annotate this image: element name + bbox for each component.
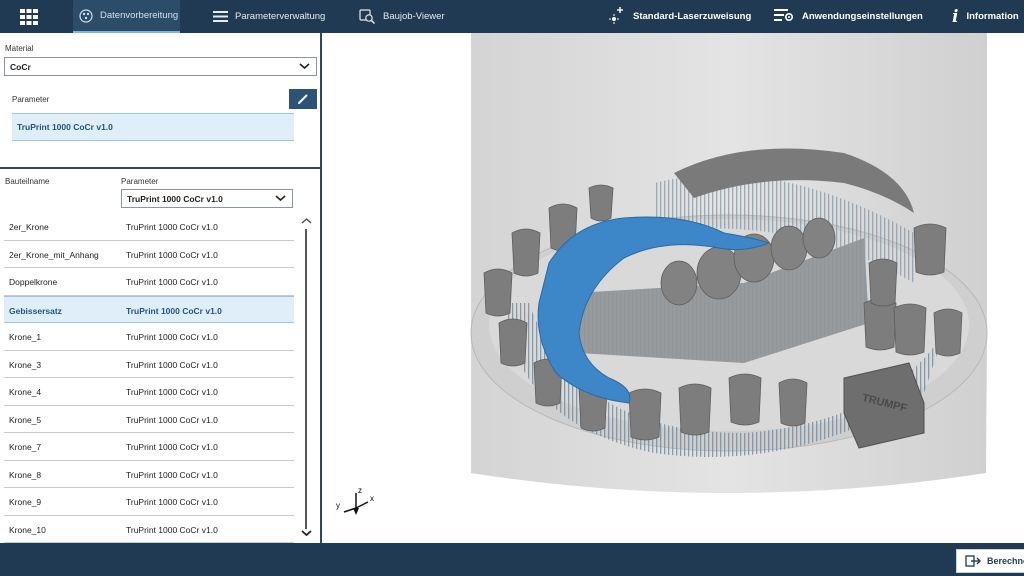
information-button[interactable]: i Information [952, 0, 1019, 33]
axis-y-label: y [336, 501, 340, 510]
viewport-3d[interactable]: TRUMPF x y z [324, 33, 1024, 543]
part-name-cell: Krone_3 [9, 359, 42, 370]
tab-datenvorbereitung[interactable]: Datenvorbereitung [73, 0, 180, 33]
part-name-cell: Krone_10 [9, 524, 46, 535]
part-parameter-cell: TruPrint 1000 CoCr v1.0 [126, 414, 218, 425]
scrollbar[interactable] [305, 229, 307, 529]
tab-parameterverwaltung[interactable]: Parameterverwaltung [213, 0, 325, 33]
part-parameter-cell: TruPrint 1000 CoCr v1.0 [126, 524, 218, 535]
material-value: CoCr [10, 61, 31, 72]
axis-x-label: x [370, 494, 374, 503]
part-name-cell: 2er_Krone_mit_Anhang [9, 249, 99, 260]
list-icon [213, 11, 228, 22]
scroll-down-icon[interactable] [301, 529, 312, 537]
part-name-cell: Gebissersatz [9, 305, 62, 316]
col-header-bauteilname: Bauteilname [5, 177, 50, 186]
tab-baujob-viewer[interactable]: Baujob-Viewer [359, 0, 445, 33]
tab-label: Parameterverwaltung [235, 11, 326, 22]
tab-label: Datenvorbereitung [100, 10, 179, 21]
table-row[interactable]: 2er_Krone TruPrint 1000 CoCr v1.0 [4, 213, 294, 241]
part-parameter-cell: TruPrint 1000 CoCr v1.0 [126, 469, 218, 480]
material-dropdown[interactable]: CoCr [4, 57, 317, 76]
part-name-cell: Doppelkrone [9, 277, 58, 287]
part-parameter-cell: TruPrint 1000 CoCr v1.0 [126, 277, 218, 287]
part-parameter-cell: TruPrint 1000 CoCr v1.0 [126, 222, 218, 232]
part-name-cell: Krone_8 [9, 469, 42, 480]
axis-z-label: z [358, 486, 362, 495]
grid-icon [20, 8, 38, 25]
part-parameter-cell: TruPrint 1000 CoCr v1.0 [126, 249, 218, 260]
part-name-cell: 2er_Krone [9, 222, 49, 232]
table-row[interactable]: Doppelkrone TruPrint 1000 CoCr v1.0 [4, 268, 294, 296]
table-row[interactable]: Krone_5 TruPrint 1000 CoCr v1.0 [4, 406, 294, 433]
part-name-cell: Krone_1 [9, 332, 42, 342]
material-label: Material [5, 44, 34, 53]
table-row[interactable]: Gebissersatz TruPrint 1000 CoCr v1.0 [4, 295, 294, 323]
pencil-icon [298, 94, 308, 104]
part-parameter-cell: TruPrint 1000 CoCr v1.0 [126, 442, 218, 452]
standard-laserzuweisung-label: Standard-Laserzuweisung [633, 11, 752, 22]
workflow-icon [79, 8, 93, 23]
part-name-cell: Krone_9 [9, 497, 42, 507]
table-row[interactable]: Krone_4 TruPrint 1000 CoCr v1.0 [4, 378, 294, 406]
part-parameter-cell: TruPrint 1000 CoCr v1.0 [126, 305, 222, 316]
viewer-search-icon [359, 8, 376, 25]
table-row[interactable]: Krone_10 TruPrint 1000 CoCr v1.0 [4, 516, 294, 543]
part-parameter-cell: TruPrint 1000 CoCr v1.0 [126, 359, 218, 370]
parameter-filter-dropdown[interactable]: TruPrint 1000 CoCr v1.0 [121, 189, 293, 208]
table-row[interactable]: 2er_Krone_mit_Anhang TruPrint 1000 CoCr v… [4, 241, 294, 268]
berechnen-label: Berechnen [987, 556, 1024, 566]
info-icon: i [952, 6, 959, 27]
chevron-down-icon [299, 63, 310, 70]
part-parameter-cell: TruPrint 1000 CoCr v1.0 [126, 387, 218, 397]
part-name-cell: Krone_7 [9, 442, 42, 452]
tab-label: Baujob-Viewer [383, 11, 445, 22]
section-divider [0, 167, 320, 169]
part-parameter-cell: TruPrint 1000 CoCr v1.0 [126, 332, 218, 342]
part-name-cell: Krone_4 [9, 387, 42, 397]
calculate-arrow-icon [965, 555, 981, 567]
table-row[interactable]: Krone_1 TruPrint 1000 CoCr v1.0 [4, 323, 294, 351]
parameter-label: Parameter [12, 95, 50, 104]
table-row[interactable]: Krone_3 TruPrint 1000 CoCr v1.0 [4, 351, 294, 378]
information-label: Information [966, 11, 1019, 22]
anwendungseinstellungen-label: Anwendungseinstellungen [802, 11, 923, 22]
anwendungseinstellungen-button[interactable]: Anwendungseinstellungen [774, 0, 923, 33]
build-scene: TRUMPF x y z [336, 33, 988, 515]
part-parameter-cell: TruPrint 1000 CoCr v1.0 [126, 497, 218, 507]
settings-list-icon [774, 8, 794, 25]
laser-plus-icon [609, 6, 625, 27]
parameter-filter-value: TruPrint 1000 CoCr v1.0 [127, 193, 223, 204]
standard-laserzuweisung-button[interactable]: Standard-Laserzuweisung [609, 0, 751, 33]
left-panel: Material CoCr Parameter TruPrint 1000 Co… [0, 33, 322, 543]
berechnen-button[interactable]: Berechnen [956, 549, 1024, 573]
bottom-bar [0, 543, 1024, 576]
scroll-up-icon[interactable] [301, 217, 312, 225]
app-menu-button[interactable] [0, 0, 58, 33]
table-row[interactable]: Krone_9 TruPrint 1000 CoCr v1.0 [4, 488, 294, 516]
chevron-down-icon [275, 195, 286, 202]
col-header-parameter: Parameter [121, 177, 159, 186]
table-row[interactable]: Krone_8 TruPrint 1000 CoCr v1.0 [4, 461, 294, 488]
table-row[interactable]: Krone_7 TruPrint 1000 CoCr v1.0 [4, 433, 294, 461]
top-bar: Datenvorbereitung Parameterverwaltung Ba… [0, 0, 1024, 33]
part-name-cell: Krone_5 [9, 414, 42, 425]
parameter-selected-label: TruPrint 1000 CoCr v1.0 [17, 122, 113, 132]
edit-parameter-button[interactable] [289, 89, 317, 109]
axis-gizmo: x y z [336, 486, 374, 515]
parameter-selected[interactable]: TruPrint 1000 CoCr v1.0 [12, 113, 294, 141]
